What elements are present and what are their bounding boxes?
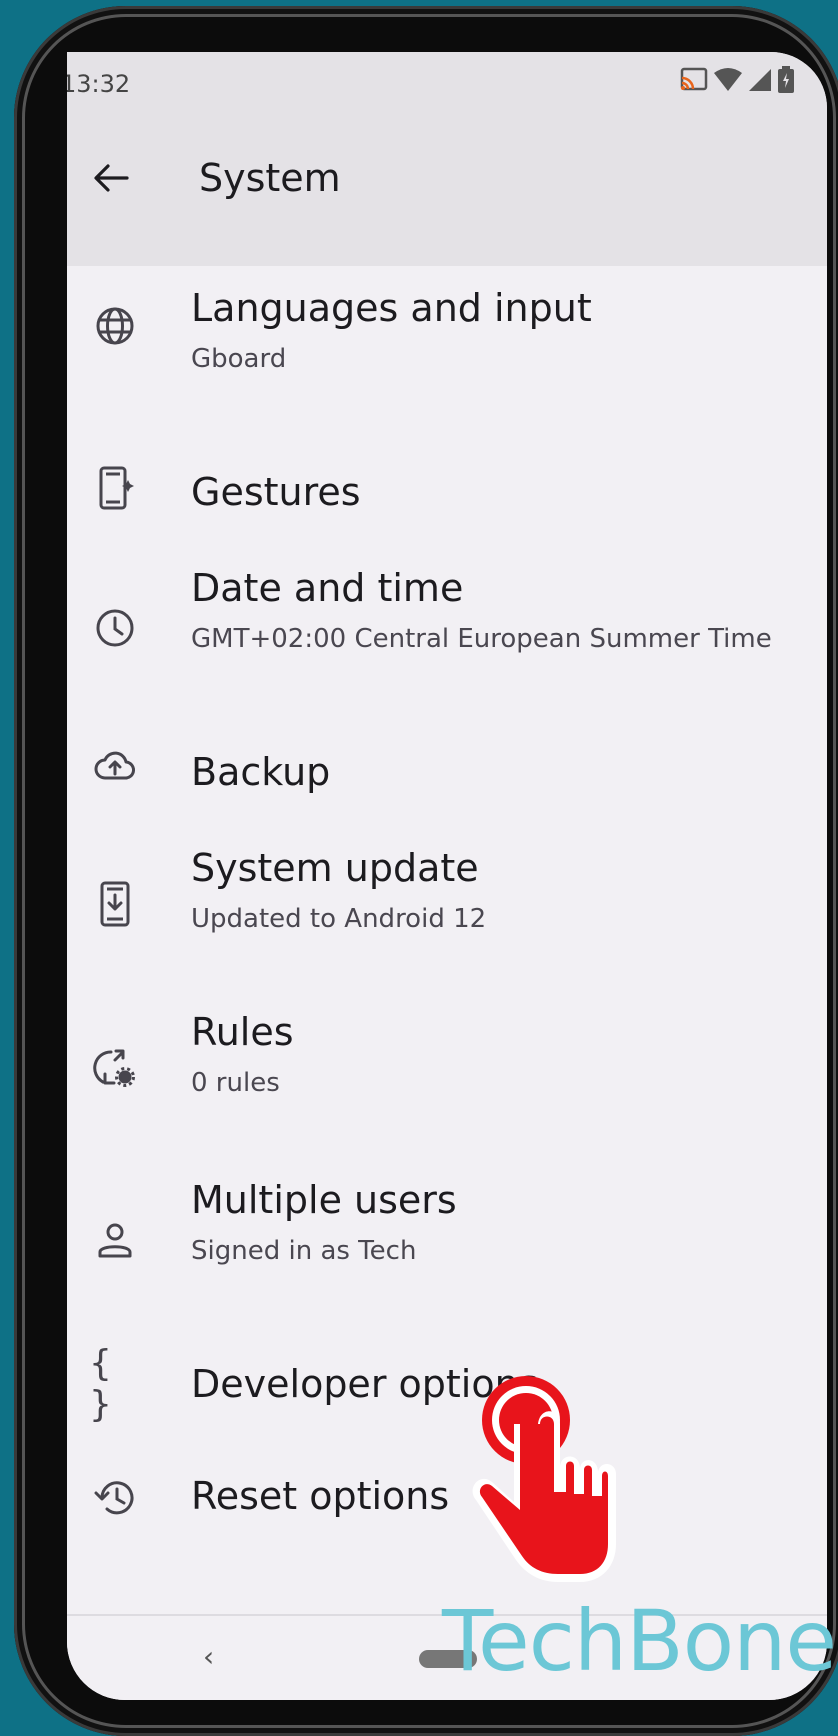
status-bar: 13:32 <box>67 52 827 112</box>
setting-subtitle: GMT+02:00 Central European Summer Time <box>191 624 772 654</box>
phone-frame: 13:32 System Languages and input Gboard … <box>14 6 838 1736</box>
setting-backup[interactable]: Backup <box>67 712 827 824</box>
setting-subtitle: Updated to Android 12 <box>191 904 487 934</box>
history-icon <box>93 1476 137 1520</box>
setting-subtitle: 0 rules <box>191 1068 280 1098</box>
setting-system-update[interactable]: System update Updated to Android 12 <box>67 824 827 990</box>
nav-back-button[interactable]: ‹ <box>203 1640 214 1673</box>
clock-icon <box>93 606 137 650</box>
globe-icon <box>93 304 137 348</box>
setting-developer-options[interactable]: { } Developer options <box>67 1326 827 1436</box>
braces-icon: { } <box>89 1343 112 1425</box>
watermark-logo: TechBone <box>442 1592 837 1690</box>
status-time: 13:32 <box>67 70 131 98</box>
page-title: System <box>199 156 341 200</box>
setting-gestures[interactable]: Gestures <box>67 432 827 544</box>
setting-date-and-time[interactable]: Date and time GMT+02:00 Central European… <box>67 544 827 712</box>
wifi-icon <box>713 67 743 93</box>
setting-languages-and-input[interactable]: Languages and input Gboard <box>67 266 827 432</box>
setting-title: Date and time <box>191 566 464 610</box>
setting-title: Multiple users <box>191 1178 457 1222</box>
person-icon <box>93 1218 137 1262</box>
setting-title: Backup <box>191 750 331 794</box>
tap-hand-icon <box>470 1370 620 1585</box>
setting-subtitle: Gboard <box>191 344 287 374</box>
top-app-bar: System <box>67 112 827 266</box>
setting-multiple-users[interactable]: Multiple users Signed in as Tech <box>67 1158 827 1326</box>
signal-icon <box>747 67 773 93</box>
rules-icon <box>93 1046 137 1090</box>
gestures-phone-icon <box>93 466 137 510</box>
cast-icon <box>679 66 709 94</box>
setting-title: Rules <box>191 1010 294 1054</box>
battery-icon <box>777 66 795 94</box>
setting-title: System update <box>191 846 479 890</box>
phone-screen: 13:32 System Languages and input Gboard … <box>67 52 827 1700</box>
back-button[interactable] <box>81 150 141 210</box>
status-icons <box>679 66 795 94</box>
setting-title: Languages and input <box>191 286 592 330</box>
setting-rules[interactable]: Rules 0 rules <box>67 990 827 1158</box>
system-update-icon <box>93 881 137 927</box>
cloud-upload-icon <box>93 744 137 788</box>
arrow-left-icon <box>93 163 129 197</box>
setting-reset-options[interactable]: Reset options <box>67 1436 827 1556</box>
setting-subtitle: Signed in as Tech <box>191 1236 417 1266</box>
setting-title: Reset options <box>191 1474 450 1518</box>
setting-title: Gestures <box>191 470 361 514</box>
